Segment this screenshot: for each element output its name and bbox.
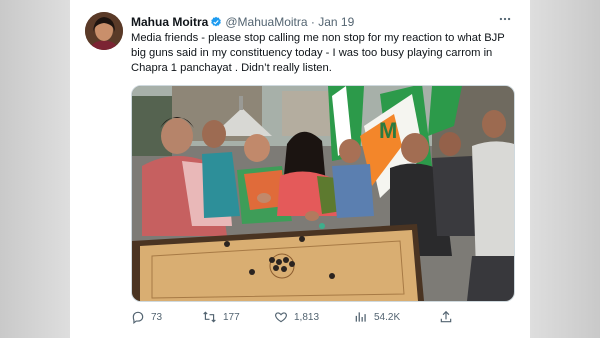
retweet-button[interactable]: 177 [202,310,240,324]
analytics-icon [354,310,368,324]
background-left-panel [0,0,70,338]
more-options-icon[interactable] [498,12,512,29]
reply-icon [131,310,145,324]
verified-badge-icon [210,16,222,32]
reply-count: 73 [151,311,163,323]
tweet-photo[interactable]: M [131,85,515,302]
tweet-date[interactable]: Jan 19 [318,15,354,29]
like-count: 1,813 [294,311,320,323]
reply-button[interactable]: 73 [131,310,162,324]
background-right-panel [530,0,600,338]
tweet-actions-bar: 73 177 1,813 54.2K [131,310,516,328]
views-count: 54.2K [374,311,401,323]
author-name[interactable]: Mahua Moitra [131,15,208,29]
views-button[interactable]: 54.2K [354,310,400,324]
share-icon [439,310,453,324]
retweet-count: 177 [223,311,240,323]
retweet-icon [202,310,217,324]
tweet-card: Mahua Moitra @MahuaMoitra · Jan 19 Media … [70,0,530,338]
share-button[interactable] [439,310,453,324]
tweet-text: Media friends - please stop calling me n… [131,32,505,74]
heart-icon [274,310,288,324]
author-handle[interactable]: @MahuaMoitra [225,15,307,29]
avatar[interactable] [85,12,123,50]
flag-letter: M [379,118,397,143]
tweet-header: Mahua Moitra @MahuaMoitra · Jan 19 [131,14,501,30]
like-button[interactable]: 1,813 [274,310,319,324]
separator-dot: · [310,15,315,29]
